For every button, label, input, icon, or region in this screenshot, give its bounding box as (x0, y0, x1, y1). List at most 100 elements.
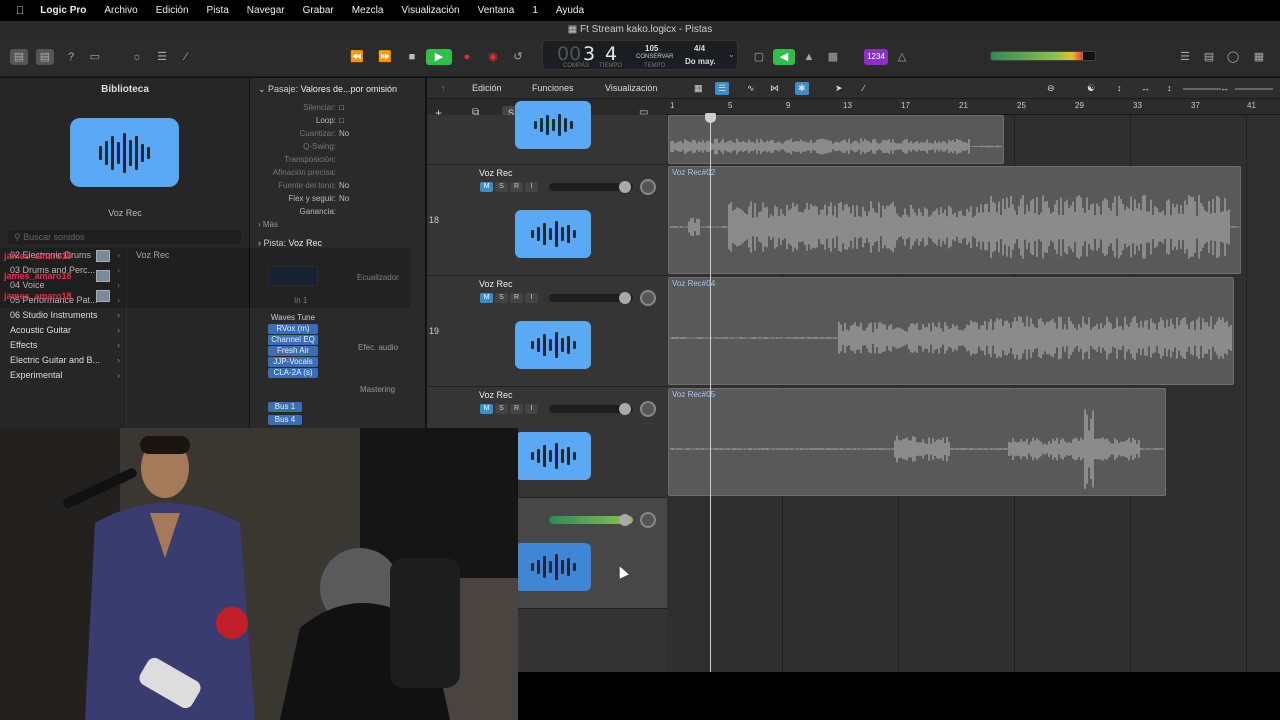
audio-region[interactable]: Voz Rec#05 (668, 388, 1166, 496)
menu-app-name[interactable]: Logic Pro (40, 5, 86, 16)
mute-button[interactable]: M (480, 182, 493, 192)
region-inspector-header[interactable]: ⌄ Pasaje: Valores de...por omisión (258, 84, 397, 95)
vertical-zoom-slider[interactable] (1183, 88, 1221, 90)
fader-knob[interactable] (619, 403, 631, 415)
checkbox-icon[interactable]: □ (339, 116, 344, 125)
menu-archivo[interactable]: Archivo (104, 5, 137, 16)
track-inspector-header[interactable]: › Pista: Voz Rec (258, 238, 322, 248)
smart-controls-icon[interactable]: ☼ (128, 49, 146, 65)
stop-icon[interactable]: ■ (403, 49, 421, 65)
pan-knob[interactable] (640, 290, 656, 306)
audio-region[interactable]: Voz Rec#04 (668, 277, 1234, 385)
track-icon-tile[interactable] (515, 210, 591, 258)
track-icon-tile[interactable] (515, 101, 591, 149)
menu-edicion[interactable]: Edición (156, 5, 189, 16)
volume-fader[interactable] (549, 514, 633, 526)
send-slot[interactable]: Bus 1 (268, 402, 302, 412)
flex-icon[interactable]: ⋈ (770, 82, 779, 95)
track-header[interactable]: 18 Voz Rec MSRI (427, 165, 667, 276)
menu-1[interactable]: 1 (532, 5, 538, 16)
menu-visualizacion-local[interactable]: Visualización (605, 82, 657, 95)
audio-region[interactable] (668, 115, 1004, 164)
lcd-display[interactable]: 00 3 4 COMPÁS TIEMPO 105 CONSERVAR TEMPO… (542, 40, 738, 70)
mute-button[interactable]: M (480, 293, 493, 303)
toolbar-toggle-icon[interactable]: ▭ (86, 49, 104, 65)
mute-button[interactable]: M (480, 404, 493, 414)
pointer-tool-icon[interactable]: ➤ (835, 82, 843, 95)
library-category[interactable]: Experimental › (0, 368, 124, 383)
notepad-panel-icon[interactable]: ▤ (1200, 49, 1218, 65)
menu-pista[interactable]: Pista (207, 5, 229, 16)
grid-view-icon[interactable]: ▦ (694, 82, 703, 95)
list-view-icon[interactable]: ☰ (715, 82, 730, 95)
menu-grabar[interactable]: Grabar (303, 5, 334, 16)
track-name[interactable]: Voz Rec (479, 168, 513, 178)
record-enable-button[interactable]: R (510, 182, 523, 192)
back-icon[interactable]: ↑ (441, 82, 446, 95)
input-monitor-button[interactable]: I (525, 182, 538, 192)
tuner-icon[interactable]: ▢ (750, 49, 768, 65)
menu-ayuda[interactable]: Ayuda (556, 5, 584, 16)
track-name[interactable]: Voz Rec (479, 279, 513, 289)
note-pad-icon[interactable]: ▩ (824, 49, 842, 65)
pan-knob[interactable] (640, 401, 656, 417)
mixer-icon[interactable]: ☰ (153, 49, 171, 65)
bar-ruler[interactable]: 1 5 9 13 17 21 25 29 33 37 41 (667, 99, 1280, 115)
plugin-slot[interactable]: RVox (m) (268, 324, 318, 334)
browser-icon[interactable]: ▦ (1250, 49, 1268, 65)
play-icon[interactable]: ▶ (426, 49, 452, 65)
solo-button[interactable]: S (495, 404, 508, 414)
plugin-slot[interactable]: Fresh Air (268, 346, 318, 356)
zoom-horizontal-icon[interactable]: ↔ (1220, 82, 1229, 95)
apple-icon[interactable]:  (16, 5, 24, 17)
list-editors-icon[interactable]: ☰ (1176, 49, 1194, 65)
library-category[interactable]: Electric Guitar and B... › (0, 353, 124, 368)
library-category[interactable]: Acoustic Guitar › (0, 323, 124, 338)
menu-navegar[interactable]: Navegar (247, 5, 285, 16)
checkbox-icon[interactable]: □ (339, 103, 344, 112)
record-enable-button[interactable]: R (510, 404, 523, 414)
patch-tile[interactable] (70, 118, 179, 187)
solo-button[interactable]: S (495, 293, 508, 303)
editors-icon[interactable]: ∕ (177, 49, 195, 65)
rewind-icon[interactable]: ⏪ (348, 49, 366, 65)
library-category[interactable]: 06 Studio Instruments › (0, 308, 124, 323)
track-name[interactable]: Voz Rec (479, 390, 513, 400)
fader-knob[interactable] (619, 514, 631, 526)
help-icon[interactable]: ? (62, 49, 80, 65)
plugin-slot[interactable]: Waves Tune (268, 313, 318, 323)
track-icon-tile[interactable] (515, 321, 591, 369)
lcd-chevron-icon[interactable]: ⌄ (728, 50, 735, 59)
forward-icon[interactable]: ⏩ (376, 49, 394, 65)
volume-fader[interactable] (549, 403, 633, 415)
audio-region[interactable]: Voz Rec#02 (668, 166, 1241, 274)
replace-record-icon[interactable]: ◉ (484, 49, 502, 65)
fader-knob[interactable] (619, 181, 631, 193)
track-header[interactable] (427, 101, 667, 165)
metronome-icon[interactable]: ▲ (800, 49, 818, 65)
catch-icon[interactable]: ✱ (795, 82, 809, 95)
cycle-icon[interactable]: ↺ (509, 49, 527, 65)
input-monitor-button[interactable]: I (525, 404, 538, 414)
count-in-icon[interactable]: 1234 (864, 49, 888, 65)
fit-icon[interactable]: ↔ (1141, 82, 1150, 95)
plugin-slot[interactable]: Channel EQ (268, 335, 318, 345)
vertical-zoom-icon[interactable]: ↕ (1117, 82, 1122, 95)
library-category[interactable]: Effects › (0, 338, 124, 353)
low-latency-icon[interactable]: ◀ (773, 49, 795, 65)
fader-knob[interactable] (619, 292, 631, 304)
metronome-click-icon[interactable]: △ (893, 49, 911, 65)
track-header[interactable]: 19 Voz Rec MSRI (427, 276, 667, 387)
record-icon[interactable]: ● (458, 49, 476, 65)
plugin-slot[interactable]: CLA-2A (s) (268, 368, 318, 378)
library-toggle-icon[interactable]: ▤ (10, 49, 28, 65)
volume-fader[interactable] (549, 292, 633, 304)
loop-browser-icon[interactable]: ◯ (1224, 49, 1242, 65)
menu-ventana[interactable]: Ventana (478, 5, 515, 16)
record-enable-button[interactable]: R (510, 293, 523, 303)
solo-button[interactable]: S (495, 182, 508, 192)
snap-icon[interactable]: ⊖ (1047, 82, 1055, 95)
pan-knob[interactable] (640, 179, 656, 195)
menu-funciones[interactable]: Funciones (532, 82, 574, 95)
track-icon-tile[interactable] (515, 543, 591, 591)
